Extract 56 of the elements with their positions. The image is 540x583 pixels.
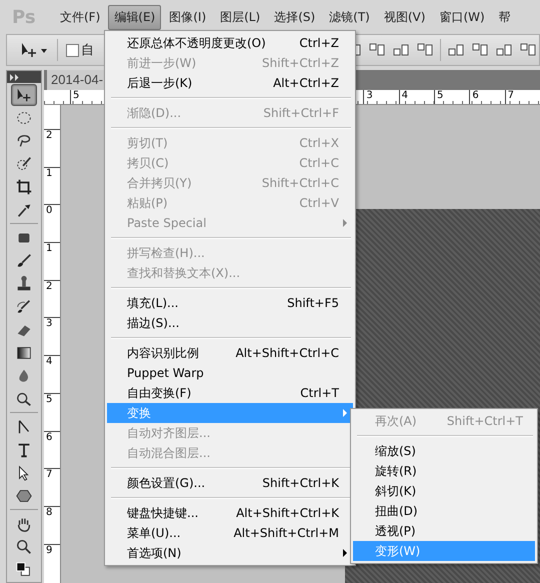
menu-bar-item[interactable]: 选择(S) [268, 4, 322, 30]
ruler-number: 4 [44, 355, 60, 393]
menu-bar-item[interactable]: 帮 [492, 4, 517, 30]
menu-item[interactable]: 内容识别比例 Alt+Shift+Ctrl+C [107, 343, 353, 363]
menu-item[interactable]: 填充(L)... Shift+F5 [107, 293, 353, 313]
ruler-number: 3 [44, 317, 60, 356]
ruler-number: 2 [44, 280, 60, 318]
ruler-number: 9 [44, 544, 60, 582]
menu-item[interactable]: 扭曲(D) [353, 501, 535, 521]
menu-bar-item[interactable]: 视图(V) [378, 4, 432, 30]
menu-item[interactable]: 斜切(K) [353, 481, 535, 501]
crop-icon [15, 178, 33, 196]
ruler-number: 2 [44, 129, 60, 167]
ruler-number: 8 [44, 506, 60, 544]
arrow-cross-icon [15, 86, 33, 104]
double-chevron-icon[interactable] [10, 74, 19, 80]
menu-item[interactable]: 描边(S)... [107, 313, 353, 333]
ruler-number: 7 [44, 468, 60, 506]
ruler-number: 1 [44, 242, 60, 280]
ruler-number: 5 [44, 392, 60, 430]
ruler-number: 6 [469, 90, 505, 104]
menu-bar-item[interactable]: 图像(I) [163, 4, 212, 30]
arrow-cross-icon[interactable] [19, 41, 49, 59]
checkbox[interactable] [66, 44, 79, 56]
menu-item[interactable]: 缩放(S) [353, 441, 535, 461]
brush-circle-icon [15, 155, 33, 173]
menu-item[interactable]: 自由变换(F) Ctrl+T [107, 383, 353, 403]
ruler-number: 3 [363, 90, 399, 104]
ruler-number: 0 [44, 204, 60, 242]
gradient-icon [15, 344, 33, 362]
ruler-number: 6 [44, 430, 60, 468]
ruler-number: 1 [44, 166, 60, 204]
hexagon-icon [15, 487, 33, 505]
menu-item[interactable]: 透视(P) [353, 521, 535, 541]
submenu-arrow-icon [343, 219, 347, 227]
menu-item[interactable]: 后退一步(K) Alt+Ctrl+Z [107, 73, 353, 93]
menu-bar-item[interactable]: 图层(L) [214, 4, 266, 30]
menu-item[interactable]: 还原总体不透明度更改(O) Ctrl+Z [107, 33, 353, 53]
checkbox-label: 自 [81, 42, 94, 59]
menu-bar-item[interactable]: 滤镜(T) [323, 4, 376, 30]
search-icon [15, 538, 33, 556]
menu-item[interactable]: 旋转(R) [353, 461, 535, 481]
menu-bar-item[interactable]: 窗口(W) [433, 4, 491, 30]
color-swatches-icon [15, 561, 33, 579]
tool-button[interactable] [11, 84, 37, 106]
ruler-number: 5 [434, 90, 470, 104]
ruler-number: 7 [504, 90, 540, 104]
menu-item[interactable]: Puppet Warp [107, 363, 353, 383]
menu-item[interactable]: 颜色设置(G)... Shift+Ctrl+K [107, 473, 353, 493]
menu-item[interactable]: 菜单(U)... Alt+Shift+Ctrl+M [107, 523, 353, 543]
stamp-icon [15, 275, 33, 293]
ruler-number: 4 [398, 90, 434, 104]
menu-bar-item[interactable]: 编辑(E) [108, 4, 162, 30]
menu-bar-item[interactable]: 文件(F) [54, 4, 106, 30]
dashed-circle-icon [15, 109, 33, 127]
menu-item[interactable]: 键盘快捷键... Alt+Shift+Ctrl+K [107, 503, 353, 523]
